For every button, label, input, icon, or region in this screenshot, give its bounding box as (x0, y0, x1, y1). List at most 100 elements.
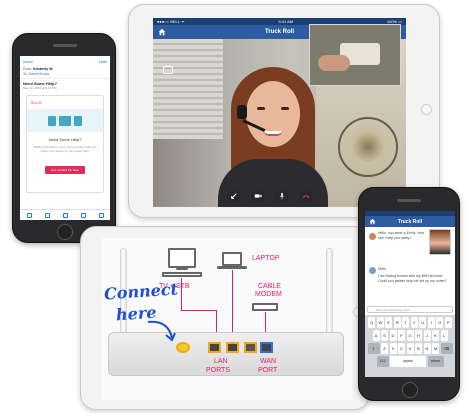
phone-speaker (397, 199, 421, 202)
label-cable: CABLE (258, 283, 281, 290)
keyboard-key[interactable]: X (389, 343, 397, 354)
reply-icon[interactable] (80, 212, 86, 218)
to-value[interactable]: Daniel Evans (29, 72, 50, 76)
keyboard-key[interactable]: J (423, 330, 431, 341)
minimize-icon (231, 193, 237, 199)
keyboard-key[interactable]: U (419, 317, 427, 328)
keyboard-key[interactable]: K (432, 330, 439, 341)
keyboard-key[interactable]: H (415, 330, 422, 341)
trash-icon[interactable] (62, 212, 68, 218)
keyboard-row: ASDFGHJKL (367, 330, 453, 341)
label-wan: WAN (260, 358, 277, 365)
keyboard-key[interactable]: R (393, 317, 401, 328)
set-top-box-icon (162, 272, 202, 277)
mail-toolbar (20, 209, 110, 220)
keyboard: QWERTYUIOP ASDFGHJKL ⇧ Z X C V B N M ⌫ 123 spac… (365, 315, 455, 377)
keyboard-key[interactable]: D (389, 330, 397, 341)
keyboard-key[interactable]: S (381, 330, 388, 341)
compose-icon[interactable] (98, 212, 104, 218)
delete-key[interactable]: ⌫ (440, 343, 453, 354)
label-laptop: LAPTOP (252, 255, 280, 262)
video-toggle-button[interactable] (251, 189, 265, 203)
hide-button[interactable]: Hide (99, 59, 107, 64)
self-view-video[interactable] (309, 24, 401, 86)
iphone-email: Inbox Hide From: Kimberly W. To: Daniel … (12, 33, 116, 243)
keyboard-key[interactable]: A (372, 330, 380, 341)
microphone-icon (280, 192, 284, 200)
keyboard-key[interactable]: L (440, 330, 448, 341)
background-fan (338, 117, 398, 177)
keyboard-key[interactable]: Q (368, 317, 376, 328)
chat-screen: Truck Roll Hello, my name is Emily. How … (365, 211, 455, 377)
minimize-button[interactable] (227, 189, 241, 203)
handwritten-connect: Connect (103, 279, 179, 304)
user-message: Hello (378, 267, 386, 271)
from-value[interactable]: Kimberly W. (33, 67, 53, 71)
wan-port[interactable] (260, 342, 273, 353)
agent-message: Hello, my name is Emily. How can I help … (378, 231, 425, 240)
keyboard-key[interactable]: P (444, 317, 452, 328)
keyboard-key[interactable]: I (427, 317, 435, 328)
keyboard-key[interactable]: E (385, 317, 393, 328)
cable-modem-icon (252, 303, 278, 311)
keyboard-key[interactable]: W (376, 317, 384, 328)
shift-key[interactable]: ⇧ (367, 343, 380, 354)
flag-icon[interactable] (26, 212, 32, 218)
circled-port[interactable] (176, 342, 190, 353)
chat-input[interactable]: Enter text regarding Chat (367, 306, 453, 313)
to-label: To: (23, 72, 28, 76)
page-title: Truck Roll (264, 29, 294, 35)
phone-speaker (53, 44, 77, 47)
folder-icon[interactable] (44, 212, 50, 218)
keyboard-key[interactable]: Z (381, 343, 388, 354)
laptop-icon (222, 252, 242, 266)
lan-port[interactable] (244, 342, 257, 353)
home-icon[interactable] (158, 28, 166, 36)
keyboard-key[interactable]: G (406, 330, 414, 341)
end-call-button[interactable] (299, 189, 313, 203)
back-button[interactable]: Inbox (23, 59, 33, 64)
agent-portrait (213, 67, 333, 207)
mail-subject: Need Some Help? (23, 81, 58, 86)
quick-fix-button[interactable]: Get a Quick Fix Now (45, 166, 85, 174)
brand-logo: TELUS (27, 96, 103, 110)
keyboard-key[interactable]: C (398, 343, 405, 354)
return-key[interactable]: return (427, 356, 444, 367)
ipad-home-button[interactable] (421, 104, 432, 115)
nav-bar: Truck Roll (365, 216, 455, 227)
mute-button[interactable] (275, 189, 289, 203)
camera-switch-icon[interactable] (163, 66, 173, 74)
call-controls (227, 189, 313, 203)
phone-home-button[interactable] (402, 382, 418, 398)
keyboard-key[interactable]: O (436, 317, 444, 328)
keyboard-key[interactable]: F (398, 330, 405, 341)
tv-icon (168, 248, 196, 268)
keyboard-key[interactable]: B (415, 343, 422, 354)
space-key[interactable]: space (390, 356, 426, 367)
email-screen: Inbox Hide From: Kimberly W. To: Daniel … (20, 56, 110, 220)
ipad-router-diagram: TV + STB LAPTOP CABLE MODEM LAN PORTS WA… (80, 226, 370, 410)
iphone-chat: Truck Roll Hello, my name is Emily. How … (358, 187, 460, 401)
video-camera-icon (254, 194, 262, 198)
hero-illustration (27, 110, 103, 132)
phone-hangup-icon (302, 195, 310, 198)
label-modem: MODEM (255, 291, 282, 298)
from-label: From: (23, 67, 33, 71)
keyboard-key[interactable]: N (423, 343, 431, 354)
user-message: I am having trouble with my WiFi at home… (378, 274, 447, 283)
agent-video-thumbnail[interactable] (429, 229, 451, 255)
home-icon[interactable] (369, 218, 376, 225)
keyboard-key[interactable]: M (432, 343, 439, 354)
keyboard-key[interactable]: T (402, 317, 410, 328)
mail-date: May 12, 2015 at 5:46 PM (23, 86, 57, 90)
agent-avatar (369, 233, 376, 240)
label-ports: PORTS (206, 367, 230, 374)
keyboard-key[interactable]: V (406, 343, 414, 354)
phone-home-button[interactable] (57, 224, 73, 240)
keyboard-key[interactable]: Y (410, 317, 418, 328)
lan-port[interactable] (208, 342, 221, 353)
numbers-key[interactable]: 123 (376, 356, 389, 367)
lan-port[interactable] (226, 342, 239, 353)
router-screen: TV + STB LAPTOP CABLE MODEM LAN PORTS WA… (102, 238, 352, 400)
label-lan: LAN (214, 358, 228, 365)
